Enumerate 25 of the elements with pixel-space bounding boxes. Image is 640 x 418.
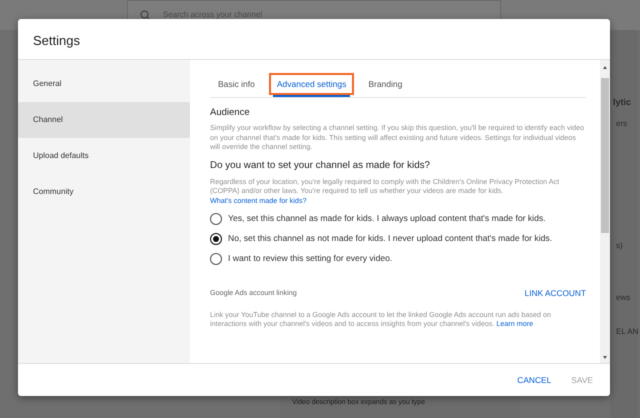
tab[interactable]: Basic info <box>210 73 263 95</box>
radio-option[interactable]: No, set this channel as not made for kids. I never upload content that's made for kids. <box>210 232 552 246</box>
tab[interactable]: Advanced settings <box>268 73 354 95</box>
radio-option[interactable]: I want to review this setting for every video. <box>210 252 392 266</box>
sidebar-item[interactable]: Upload defaults <box>18 138 190 174</box>
radio-option[interactable]: Yes, set this channel as made for kids. I always upload content that's made for kids. <box>210 212 546 226</box>
tab[interactable]: Branding <box>360 73 410 95</box>
scrollbar[interactable] <box>600 60 610 363</box>
link-account-button[interactable]: LINK ACCOUNT <box>524 287 586 300</box>
radio-icon[interactable] <box>210 212 222 225</box>
radio-icon[interactable] <box>210 232 222 245</box>
sidebar-item[interactable]: Channel <box>18 102 190 138</box>
section-heading: Audience <box>210 106 251 120</box>
dialog-button[interactable]: CANCEL <box>514 372 554 388</box>
background-text: ers <box>616 118 628 130</box>
question-text: Do you want to set your channel as made for kids? <box>210 158 432 173</box>
sidebar-item[interactable]: Community <box>18 174 190 210</box>
background-text: EL AN <box>616 326 638 338</box>
background-text: s) <box>616 240 623 252</box>
radio-icon[interactable] <box>210 252 222 265</box>
background-text: lytic <box>613 96 632 109</box>
search-icon <box>140 10 151 20</box>
sidebar-item[interactable]: General <box>18 66 190 102</box>
dialog-button: SAVE <box>568 372 596 388</box>
background-text: ews <box>616 292 630 304</box>
